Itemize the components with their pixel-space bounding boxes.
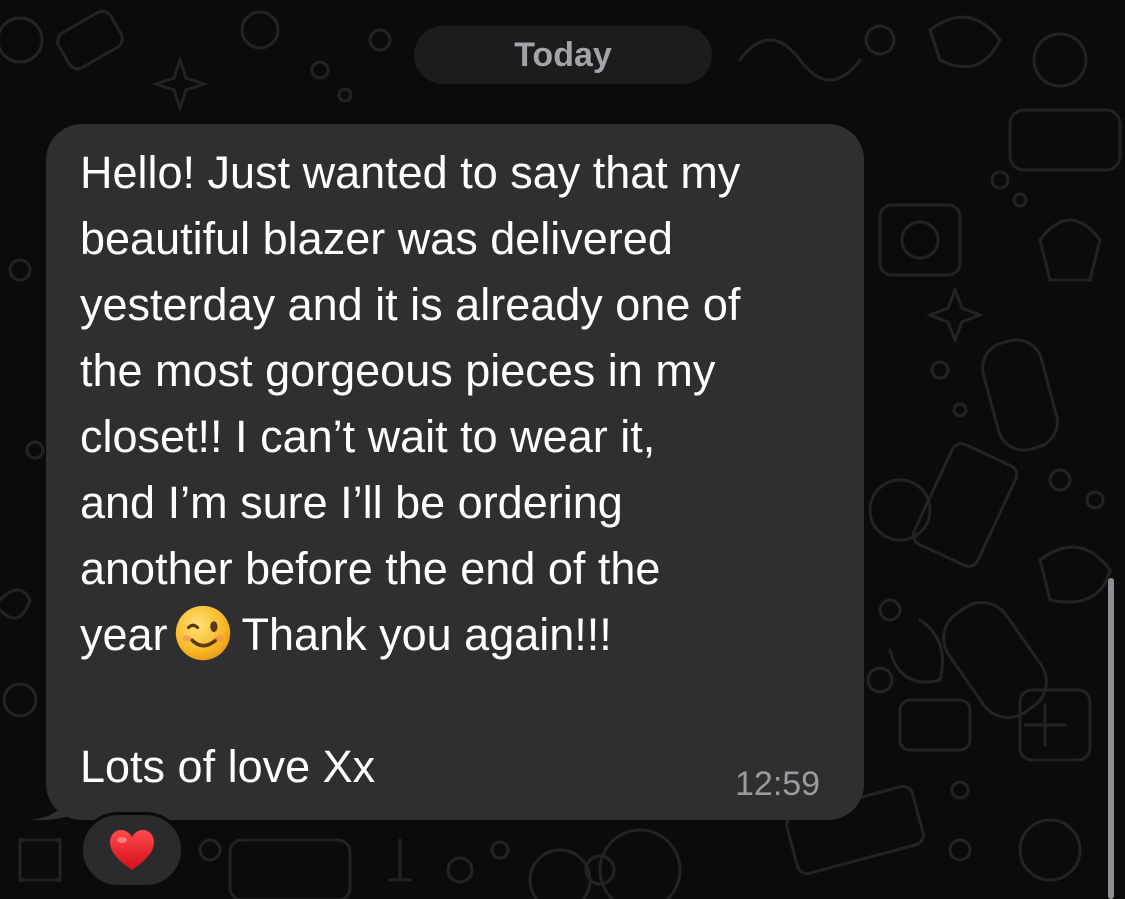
- message-signoff: Lots of love Xx: [80, 741, 376, 792]
- message-line: year: [80, 609, 168, 660]
- reaction-badge[interactable]: [80, 812, 184, 888]
- message-line: yesterday and it is already one of: [80, 279, 741, 330]
- scrollbar[interactable]: [1108, 578, 1114, 899]
- message-line: another before the end of the: [80, 543, 661, 594]
- message-line: closet!! I can’t wait to wear it,: [80, 411, 656, 462]
- message-line: Hello! Just wanted to say that my: [80, 147, 741, 198]
- message-timestamp: 12:59: [735, 765, 821, 803]
- red-heart-icon: [110, 830, 154, 870]
- message-line: and I’m sure I’ll be ordering: [80, 477, 623, 528]
- message-line: the most gorgeous pieces in my: [80, 345, 716, 396]
- winking-face-emoji-icon: [175, 605, 230, 661]
- date-separator: Today: [414, 26, 712, 84]
- message-body: Hello! Just wanted to say that my beauti…: [80, 140, 860, 668]
- message-line: Thank you again!!!: [241, 609, 612, 660]
- message-line: beautiful blazer was delivered: [80, 213, 673, 264]
